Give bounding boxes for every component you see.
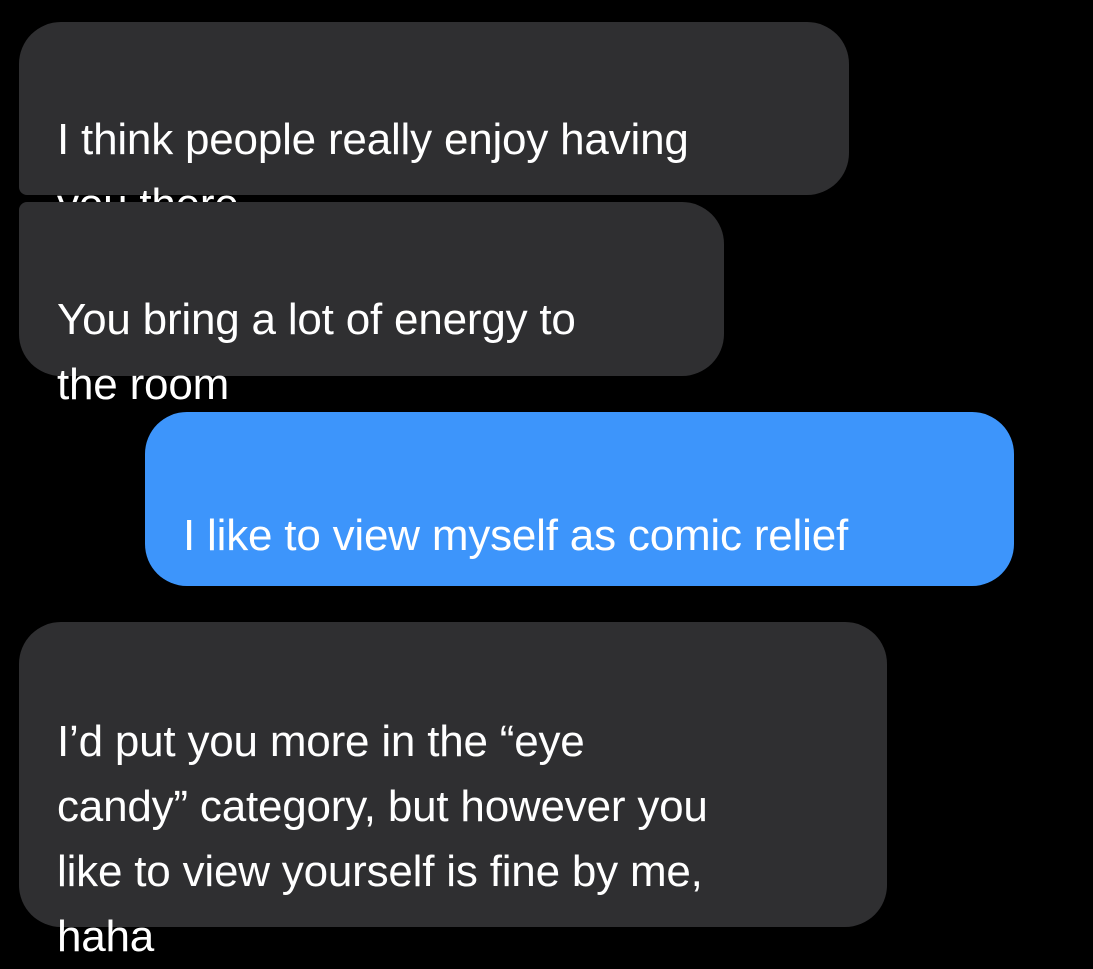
message-text: You bring a lot of energy to the room: [57, 295, 576, 409]
message-text: I like to view myself as comic relief: [183, 511, 848, 560]
incoming-message-bubble[interactable]: I’d put you more in the “eye candy” cate…: [19, 622, 887, 961]
message-text: I’d put you more in the “eye candy” cate…: [57, 717, 708, 961]
incoming-message-bubble[interactable]: You bring a lot of energy to the room: [19, 202, 724, 409]
outgoing-message-bubble[interactable]: I like to view myself as comic relief: [145, 412, 1014, 747]
message-thread: I think people really enjoy having you t…: [0, 0, 1093, 961]
incoming-message-bubble[interactable]: I think people really enjoy having you t…: [19, 22, 849, 229]
